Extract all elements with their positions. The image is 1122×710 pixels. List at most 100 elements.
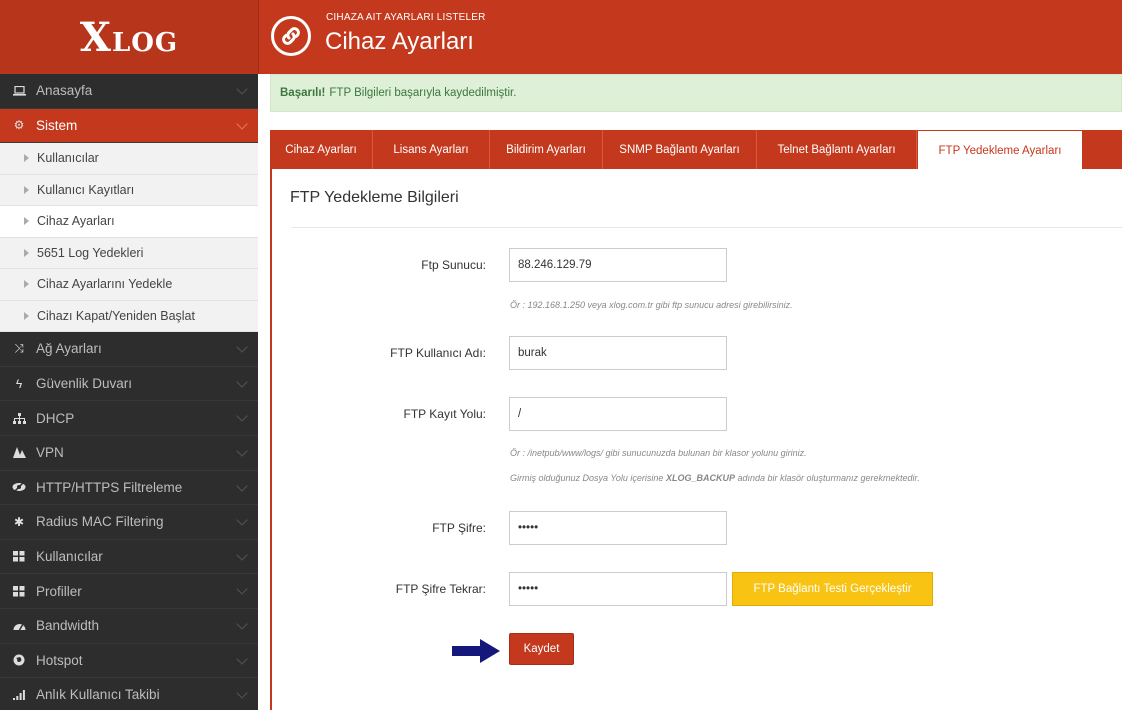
tab-bildirim-ayarlari[interactable]: Bildirim Ayarları [490, 130, 603, 170]
page-title: Cihaz Ayarları [325, 28, 474, 55]
chevron-down-icon [236, 583, 248, 596]
success-alert: Başarılı! FTP Bilgileri başarıyla kayded… [270, 74, 1122, 112]
sidebar-item-hotspot[interactable]: Hotspot [0, 644, 258, 679]
sidebar-item-guvenlik-duvari[interactable]: ϟ Güvenlik Duvarı [0, 367, 258, 402]
ftp-settings-panel: FTP Yedekleme Bilgileri Ftp Sunucu: Ör :… [270, 169, 1122, 710]
tab-telnet-ayarlari[interactable]: Telnet Bağlantı Ayarları [757, 130, 917, 170]
chevron-down-icon [236, 376, 248, 388]
ftp-server-hint: Ör : 192.168.1.250 veya xlog.com.tr gibi… [510, 300, 793, 310]
sidebar-item-label: HTTP/HTTPS Filtreleme [36, 479, 183, 495]
caret-right-icon [24, 248, 29, 257]
sidebar-item-http-filtreleme[interactable]: HTTP/HTTPS Filtreleme [0, 471, 258, 506]
chevron-down-icon [236, 549, 248, 561]
logo-text: XLOG [79, 13, 179, 61]
asterisk-icon: ✱ [13, 514, 25, 529]
ftp-password-repeat-input[interactable] [509, 572, 727, 606]
vpn-icon [12, 447, 26, 459]
alert-strong: Başarılı! [280, 87, 326, 99]
ftp-password-label: FTP Şifre: [432, 521, 486, 535]
signal-icon [12, 689, 26, 700]
chevron-down-icon [236, 514, 248, 526]
sidebar-item-label: Profiller [36, 583, 82, 599]
sidebar-item-bandwidth[interactable]: Bandwidth [0, 609, 258, 644]
chevron-down-icon [236, 479, 248, 492]
tachometer-icon [12, 620, 26, 631]
sidebar-item-label: VPN [36, 445, 64, 461]
sidebar-item-label: Anlık Kullanıcı Takibi [36, 687, 160, 703]
settings-tabs: Cihaz Ayarları Lisans Ayarları Bildirim … [270, 130, 1122, 170]
link-icon [271, 16, 311, 56]
sidebar-item-label: Ağ Ayarları [36, 341, 102, 357]
sidebar-item-dhcp[interactable]: DHCP [0, 401, 258, 436]
sidebar-item-profiller[interactable]: Profiller [0, 574, 258, 609]
chevron-down-icon [236, 652, 248, 665]
chevron-down-icon [236, 618, 248, 630]
divider [292, 227, 1122, 228]
gears-icon: ⚙ [13, 118, 25, 133]
save-button[interactable]: Kaydet [509, 633, 574, 665]
random-icon: ⤨ [14, 341, 24, 356]
chevron-down-icon [236, 341, 248, 353]
sidebar-item-label: Hotspot [36, 652, 83, 668]
sidebar-item-label: Sistem [36, 117, 78, 133]
app-root: XLOG CIHAZA AIT AYARLARI LISTELER Cihaz … [0, 0, 1122, 710]
sidebar-item-sistem[interactable]: ⚙ Sistem [0, 108, 258, 144]
globe-icon [12, 654, 26, 666]
sidebar-item-vpn[interactable]: VPN [0, 436, 258, 471]
caret-right-icon [24, 217, 29, 226]
bolt-icon: ϟ [15, 376, 23, 391]
chevron-down-icon [236, 83, 248, 95]
ftp-path-label: FTP Kayıt Yolu: [403, 407, 487, 421]
ftp-path-folder-hint: Girmiş olduğunuz Dosya Yolu içerisine XL… [510, 473, 920, 483]
sidebar-item-label: Radius MAC Filtering [36, 514, 164, 530]
ftp-user-label: FTP Kullanıcı Adı: [390, 346, 486, 360]
caret-right-icon [24, 280, 29, 289]
caret-right-icon [24, 185, 29, 194]
sidebar-item-anasayfa[interactable]: Anasayfa [0, 74, 258, 109]
page-header: CIHAZA AIT AYARLARI LISTELER Cihaz Ayarl… [258, 0, 1122, 74]
submenu-item-cihaz-ayarlari[interactable]: Cihaz Ayarları [0, 206, 258, 238]
logo[interactable]: XLOG [0, 0, 258, 74]
sidebar-item-label: Anasayfa [36, 83, 93, 99]
ftp-connection-test-button[interactable]: FTP Bağlantı Testi Gerçekleştir [732, 572, 933, 606]
ftp-password-repeat-label: FTP Şifre Tekrar: [395, 582, 486, 596]
page-subtitle: CIHAZA AIT AYARLARI LISTELER [326, 12, 486, 23]
sidebar-item-label: Kullanıcılar [36, 549, 103, 565]
sidebar-item-label: DHCP [36, 410, 75, 426]
chevron-down-icon [236, 687, 248, 699]
sidebar-item-anlik-kullanici-takibi[interactable]: Anlık Kullanıcı Takibi [0, 678, 258, 710]
caret-right-icon [24, 154, 29, 163]
submenu-item-kullanici-kayitlari[interactable]: Kullanıcı Kayıtları [0, 175, 258, 207]
tab-snmp-ayarlari[interactable]: SNMP Bağlantı Ayarları [603, 130, 757, 170]
laptop-icon [12, 85, 26, 96]
eye-slash-icon [12, 482, 26, 493]
sidebar: Anasayfa ⚙ Sistem Kullanıcılar Kullanıcı… [0, 74, 258, 710]
tab-ftp-yedekleme-ayarlari[interactable]: FTP Yedekleme Ayarları [917, 130, 1083, 170]
sidebar-item-label: Güvenlik Duvarı [36, 376, 133, 392]
ftp-path-input[interactable] [509, 397, 727, 431]
submenu-item-kullanicilar[interactable]: Kullanıcılar [0, 143, 258, 175]
sidebar-item-label: Bandwidth [36, 618, 100, 634]
tab-lisans-ayarlari[interactable]: Lisans Ayarları [373, 130, 490, 170]
sidebar-item-kullanicilar[interactable]: Kullanıcılar [0, 540, 258, 575]
chevron-down-icon [236, 117, 248, 130]
sidebar-submenu: Kullanıcılar Kullanıcı Kayıtları Cihaz A… [0, 143, 258, 333]
caret-right-icon [24, 311, 29, 320]
ftp-password-input[interactable] [509, 511, 727, 545]
panel-title: FTP Yedekleme Bilgileri [290, 189, 459, 206]
submenu-item-cihaz-ayarlarini-yedekle[interactable]: Cihaz Ayarlarını Yedekle [0, 269, 258, 301]
ftp-path-hint: Ör : /inetpub/www/logs/ gibi sunucunuzda… [510, 448, 807, 458]
submenu-item-5651-log-yedekleri[interactable]: 5651 Log Yedekleri [0, 238, 258, 270]
sidebar-item-ag-ayarlari[interactable]: ⤨ Ağ Ayarları [0, 332, 258, 367]
th-large-icon [12, 585, 26, 597]
sidebar-item-radius-mac[interactable]: ✱ Radius MAC Filtering [0, 505, 258, 540]
tab-cihaz-ayarlari[interactable]: Cihaz Ayarları [270, 130, 373, 170]
submenu-item-cihazi-kapat[interactable]: Cihazı Kapat/Yeniden Başlat [0, 301, 258, 333]
th-large-icon [12, 551, 26, 562]
sitemap-icon [12, 412, 26, 424]
ftp-user-input[interactable] [509, 336, 727, 370]
arrow-right-icon [452, 639, 500, 663]
chevron-down-icon [236, 445, 248, 457]
ftp-server-label: Ftp Sunucu: [421, 258, 486, 272]
ftp-server-input[interactable] [509, 248, 727, 282]
